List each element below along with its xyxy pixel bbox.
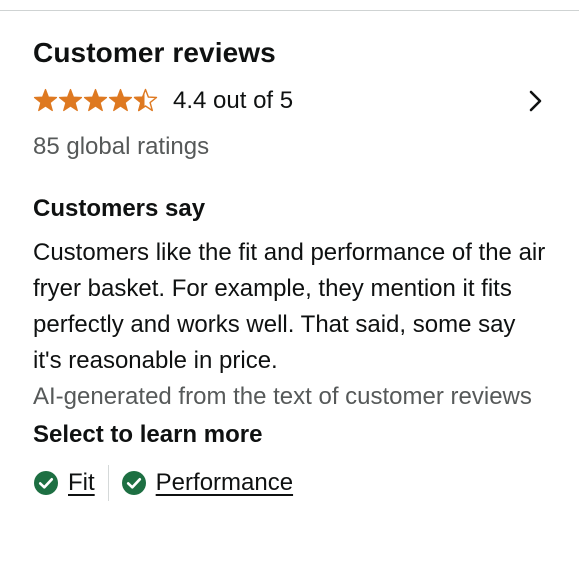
section-heading: Customer reviews [33,37,276,68]
star-full-3 [83,88,108,112]
star-full-2 [58,88,83,112]
ai-generated-note: AI-generated from the text of customer r… [33,383,532,410]
star-full-4 [108,88,133,112]
review-summary: Customers like the fit and performance o… [33,239,546,374]
chevron-right-icon[interactable] [521,87,549,115]
rating-text: 4.4 out of 5 [173,87,294,114]
star-rating [33,88,159,114]
check-circle-icon [34,471,58,495]
chip-label: Performance [155,469,294,496]
chip-fit[interactable]: Fit [33,469,95,497]
stars-icon [33,88,158,112]
chip-label: Fit [68,469,95,496]
aspect-chips: Fit Performance [33,465,549,501]
chip-performance[interactable]: Performance [121,469,293,497]
rating-row[interactable]: 4.4 out of 5 [33,87,549,115]
global-ratings-count: 85 global ratings [33,133,210,160]
learn-more-heading: Select to learn more [33,421,263,448]
chip-divider [107,465,109,501]
customers-say-heading: Customers say [33,195,206,222]
star-full-1 [33,88,58,112]
check-circle-icon [121,471,146,495]
customer-reviews-panel: Customer reviews 4.4 out of 5 85 global … [0,11,579,580]
star-partial-5 [133,88,158,112]
